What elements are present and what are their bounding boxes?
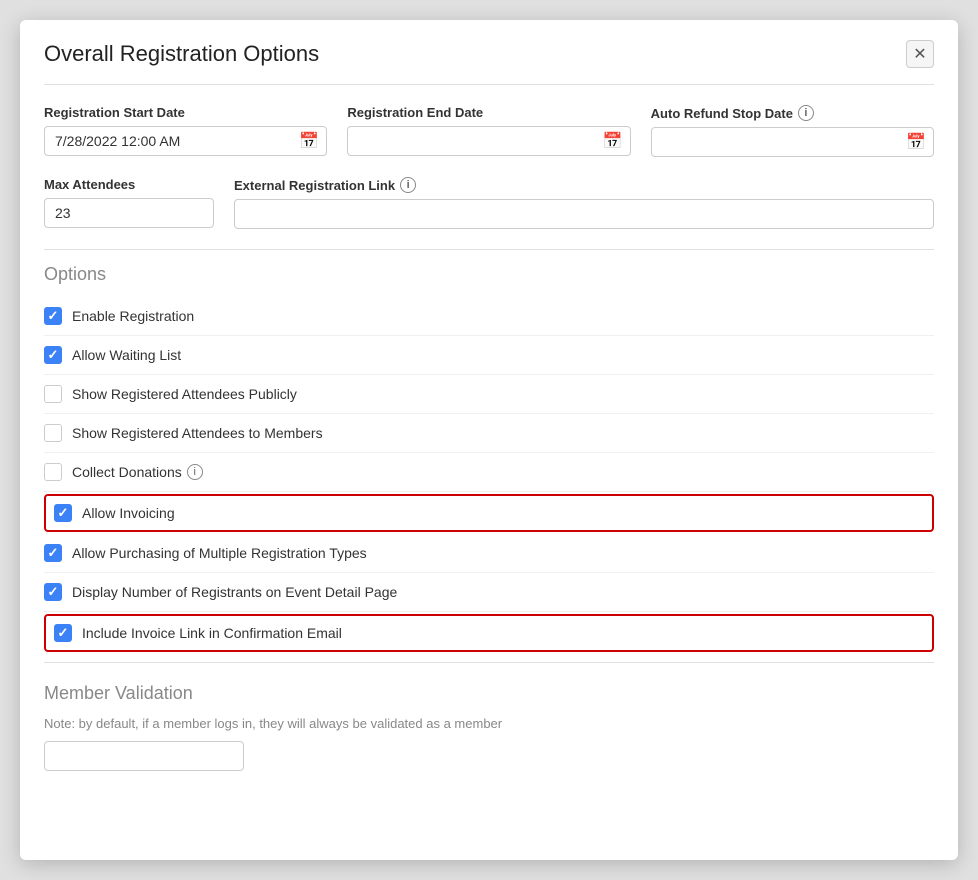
options-section-title: Options — [44, 264, 934, 285]
allow-waiting-list-checkbox[interactable] — [44, 346, 62, 364]
show-attendees-publicly-label: Show Registered Attendees Publicly — [72, 386, 297, 402]
reg-start-date-input[interactable] — [44, 126, 327, 156]
close-button[interactable]: ✕ — [906, 40, 934, 68]
show-attendees-publicly-checkbox[interactable] — [44, 385, 62, 403]
allow-invoicing-checkbox[interactable] — [54, 504, 72, 522]
date-fields-row: Registration Start Date 📅 Registration E… — [44, 105, 934, 157]
member-validation-section: Member Validation Note: by default, if a… — [44, 683, 934, 771]
collect-donations-label: Collect Donations i — [72, 464, 203, 480]
show-attendees-members-label: Show Registered Attendees to Members — [72, 425, 323, 441]
member-validation-input[interactable] — [44, 741, 244, 771]
member-validation-title: Member Validation — [44, 683, 934, 704]
option-row-enable-registration: Enable Registration — [44, 297, 934, 336]
allow-purchasing-multiple-checkbox[interactable] — [44, 544, 62, 562]
member-input-row — [44, 741, 934, 771]
modal-overall-registration: Overall Registration Options ✕ Registrat… — [20, 20, 958, 860]
auto-refund-info-icon[interactable]: i — [798, 105, 814, 121]
external-link-info-icon[interactable]: i — [400, 177, 416, 193]
reg-start-date-group: Registration Start Date 📅 — [44, 105, 327, 157]
external-link-group: External Registration Link i — [234, 177, 934, 229]
enable-registration-label: Enable Registration — [72, 308, 194, 324]
external-link-label: External Registration Link i — [234, 177, 934, 193]
option-row-allow-invoicing: Allow Invoicing — [44, 494, 934, 532]
allow-purchasing-multiple-label: Allow Purchasing of Multiple Registratio… — [72, 545, 367, 561]
max-attendees-label: Max Attendees — [44, 177, 214, 192]
reg-end-date-wrapper: 📅 — [347, 126, 630, 156]
external-link-input[interactable] — [234, 199, 934, 229]
option-row-allow-waiting-list: Allow Waiting List — [44, 336, 934, 375]
member-validation-divider — [44, 662, 934, 663]
modal-title: Overall Registration Options — [44, 41, 319, 67]
auto-refund-input[interactable] — [651, 127, 934, 157]
enable-registration-checkbox[interactable] — [44, 307, 62, 325]
option-row-include-invoice-link: Include Invoice Link in Confirmation Ema… — [44, 614, 934, 652]
option-row-allow-purchasing-multiple: Allow Purchasing of Multiple Registratio… — [44, 534, 934, 573]
reg-end-date-group: Registration End Date 📅 — [347, 105, 630, 157]
collect-donations-checkbox[interactable] — [44, 463, 62, 481]
options-divider — [44, 249, 934, 250]
display-registrant-count-checkbox[interactable] — [44, 583, 62, 601]
option-row-show-attendees-members: Show Registered Attendees to Members — [44, 414, 934, 453]
option-row-collect-donations: Collect Donations i — [44, 453, 934, 492]
auto-refund-wrapper: 📅 — [651, 127, 934, 157]
allow-invoicing-label: Allow Invoicing — [82, 505, 175, 521]
member-validation-note: Note: by default, if a member logs in, t… — [44, 716, 934, 731]
reg-end-date-label: Registration End Date — [347, 105, 630, 120]
auto-refund-date-group: Auto Refund Stop Date i 📅 — [651, 105, 934, 157]
modal-header: Overall Registration Options ✕ — [44, 40, 934, 85]
auto-refund-label: Auto Refund Stop Date i — [651, 105, 934, 121]
allow-waiting-list-label: Allow Waiting List — [72, 347, 181, 363]
show-attendees-members-checkbox[interactable] — [44, 424, 62, 442]
max-attendees-input[interactable] — [44, 198, 214, 228]
include-invoice-link-label: Include Invoice Link in Confirmation Ema… — [82, 625, 342, 641]
options-section: Options Enable Registration Allow Waitin… — [44, 264, 934, 652]
max-attendees-group: Max Attendees — [44, 177, 214, 229]
display-registrant-count-label: Display Number of Registrants on Event D… — [72, 584, 397, 600]
option-row-show-attendees-publicly: Show Registered Attendees Publicly — [44, 375, 934, 414]
attendees-link-row: Max Attendees External Registration Link… — [44, 177, 934, 229]
option-row-display-registrant-count: Display Number of Registrants on Event D… — [44, 573, 934, 612]
reg-end-date-input[interactable] — [347, 126, 630, 156]
include-invoice-link-checkbox[interactable] — [54, 624, 72, 642]
reg-start-date-label: Registration Start Date — [44, 105, 327, 120]
collect-donations-info-icon[interactable]: i — [187, 464, 203, 480]
reg-start-date-wrapper: 📅 — [44, 126, 327, 156]
